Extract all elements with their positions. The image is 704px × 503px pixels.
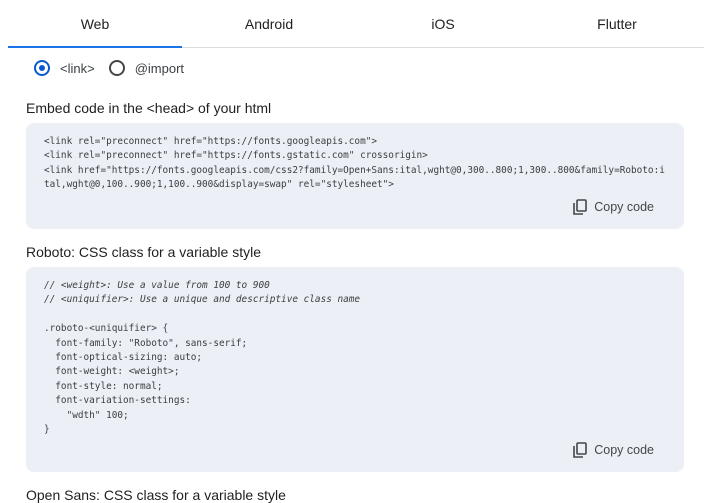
code-line: "wdth" 100; [44,409,129,421]
roboto-heading: Roboto: CSS class for a variable style [26,244,261,260]
copy-code-button[interactable]: Copy code [573,442,654,458]
code-line: font-weight: <weight>; [44,366,180,378]
code-line: font-family: "Roboto", sans-serif; [44,337,248,349]
tab-ios[interactable]: iOS [356,0,530,47]
code-line: <link rel="preconnect" href="https://fon… [44,150,428,162]
roboto-code: // <weight>: Use a value from 100 to 900… [44,279,360,437]
copy-code-label: Copy code [594,443,654,457]
radio-link-indicator[interactable] [34,60,50,76]
code-line: .roboto-<uniquifier> { [44,323,169,335]
radio-link[interactable]: <link> [34,60,95,76]
roboto-code-block: // <weight>: Use a value from 100 to 900… [26,267,684,472]
embed-code-block: <link rel="preconnect" href="https://fon… [26,123,684,229]
code-line: tal,wght@0,100..900;1,100..900&display=s… [44,179,394,191]
copy-icon [573,199,588,215]
copy-code-button[interactable]: Copy code [573,199,654,215]
radio-link-label: <link> [60,60,95,76]
radio-import[interactable]: @import [108,60,185,76]
code-comment: // <uniquifier>: Use a unique and descri… [44,294,361,306]
embed-heading: Embed code in the <head> of your html [26,100,272,116]
code-line: } [44,424,50,436]
platform-tabs: Web Android iOS Flutter [8,0,704,48]
opensans-heading: Open Sans: CSS class for a variable styl… [26,487,286,503]
code-comment: // <weight>: Use a value from 100 to 900 [44,280,270,291]
code-line: font-variation-settings: [44,395,191,407]
embed-code: <link rel="preconnect" href="https://fon… [44,135,665,193]
tab-android[interactable]: Android [182,0,356,47]
radio-import-indicator[interactable] [108,60,125,76]
tab-web[interactable]: Web [8,0,182,48]
code-line: <link href="https://fonts.googleapis.com… [44,164,665,176]
copy-icon [573,442,588,458]
copy-code-label: Copy code [594,200,654,214]
radio-import-label: @import [134,60,185,76]
code-line: font-style: normal; [44,380,163,392]
embed-type-radio-group: <link> @import [34,60,198,76]
code-line: <link rel="preconnect" href="https://fon… [44,136,378,147]
tab-flutter[interactable]: Flutter [530,0,704,47]
code-line: font-optical-sizing: auto; [44,352,203,364]
